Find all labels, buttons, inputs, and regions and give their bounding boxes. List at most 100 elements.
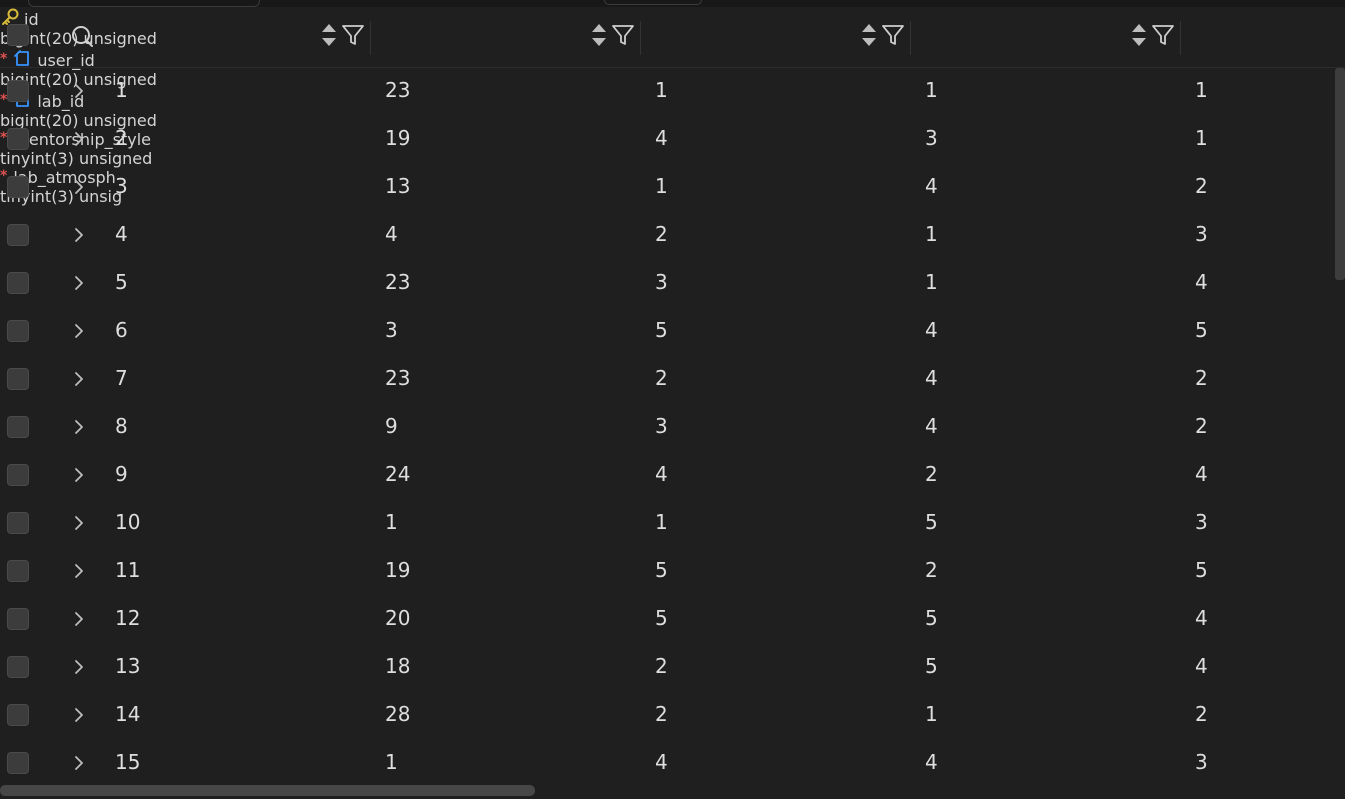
cell-id[interactable]: 15 xyxy=(115,750,140,774)
cell-lab_id[interactable]: 2 xyxy=(655,654,668,678)
cell-lab_id[interactable]: 5 xyxy=(655,606,668,630)
cell-id[interactable]: 10 xyxy=(115,510,140,534)
cell-user_id[interactable]: 1 xyxy=(385,510,398,534)
cell-mentorship_style[interactable]: 5 xyxy=(925,654,938,678)
horizontal-scrollbar[interactable] xyxy=(0,785,535,796)
table-row[interactable]: 1 23 1 1 1 xyxy=(0,67,1345,115)
cell-user_id[interactable]: 23 xyxy=(385,270,410,294)
select-all-checkbox[interactable] xyxy=(7,24,29,46)
column-divider[interactable] xyxy=(1180,21,1181,55)
chevron-right-icon[interactable] xyxy=(70,513,88,533)
row-checkbox[interactable] xyxy=(7,320,29,342)
sort-icon[interactable] xyxy=(319,21,339,49)
table-row[interactable]: 13 18 2 5 4 xyxy=(0,643,1345,691)
vertical-scrollbar[interactable] xyxy=(1335,68,1345,280)
column-divider[interactable] xyxy=(370,21,371,55)
row-checkbox[interactable] xyxy=(7,608,29,630)
chevron-right-icon[interactable] xyxy=(70,273,88,293)
filter-icon[interactable] xyxy=(611,23,635,47)
table-row[interactable]: 5 23 3 1 4 xyxy=(0,259,1345,307)
cell-lab_atmosphere[interactable]: 3 xyxy=(1195,510,1208,534)
cell-mentorship_style[interactable]: 5 xyxy=(925,606,938,630)
cell-user_id[interactable]: 28 xyxy=(385,702,410,726)
cell-id[interactable]: 11 xyxy=(115,558,140,582)
tab-outline[interactable] xyxy=(28,0,260,7)
chevron-right-icon[interactable] xyxy=(70,561,88,581)
cell-mentorship_style[interactable]: 4 xyxy=(925,318,938,342)
cell-user_id[interactable]: 19 xyxy=(385,558,410,582)
table-row[interactable]: 7 23 2 4 2 xyxy=(0,355,1345,403)
cell-lab_atmosphere[interactable]: 5 xyxy=(1195,318,1208,342)
cell-id[interactable]: 8 xyxy=(115,414,128,438)
table-row[interactable]: 2 19 4 3 1 xyxy=(0,115,1345,163)
cell-lab_id[interactable]: 2 xyxy=(655,366,668,390)
chevron-right-icon[interactable] xyxy=(70,657,88,677)
row-checkbox[interactable] xyxy=(7,512,29,534)
tab-outline[interactable] xyxy=(604,0,702,5)
cell-mentorship_style[interactable]: 2 xyxy=(925,558,938,582)
cell-lab_id[interactable]: 1 xyxy=(655,174,668,198)
cell-mentorship_style[interactable]: 1 xyxy=(925,702,938,726)
cell-lab_id[interactable]: 3 xyxy=(655,270,668,294)
table-row[interactable]: 15 1 4 4 3 xyxy=(0,739,1345,787)
row-checkbox[interactable] xyxy=(7,224,29,246)
cell-lab_id[interactable]: 3 xyxy=(655,414,668,438)
cell-lab_atmosphere[interactable]: 2 xyxy=(1195,414,1208,438)
chevron-right-icon[interactable] xyxy=(70,369,88,389)
chevron-right-icon[interactable] xyxy=(70,753,88,773)
cell-lab_atmosphere[interactable]: 2 xyxy=(1195,702,1208,726)
cell-lab_atmosphere[interactable]: 2 xyxy=(1195,366,1208,390)
cell-lab_atmosphere[interactable]: 4 xyxy=(1195,270,1208,294)
cell-lab_atmosphere[interactable]: 4 xyxy=(1195,606,1208,630)
cell-id[interactable]: 13 xyxy=(115,654,140,678)
cell-id[interactable]: 5 xyxy=(115,270,128,294)
chevron-right-icon[interactable] xyxy=(70,129,88,149)
cell-user_id[interactable]: 18 xyxy=(385,654,410,678)
cell-lab_id[interactable]: 4 xyxy=(655,462,668,486)
cell-lab_atmosphere[interactable]: 5 xyxy=(1195,558,1208,582)
cell-user_id[interactable]: 19 xyxy=(385,126,410,150)
cell-id[interactable]: 7 xyxy=(115,366,128,390)
table-row[interactable]: 14 28 2 1 2 xyxy=(0,691,1345,739)
sort-icon[interactable] xyxy=(1129,21,1149,49)
cell-lab_atmosphere[interactable]: 1 xyxy=(1195,78,1208,102)
cell-id[interactable]: 9 xyxy=(115,462,128,486)
row-checkbox[interactable] xyxy=(7,128,29,150)
cell-lab_id[interactable]: 5 xyxy=(655,318,668,342)
cell-id[interactable]: 14 xyxy=(115,702,140,726)
cell-lab_id[interactable]: 4 xyxy=(655,750,668,774)
row-checkbox[interactable] xyxy=(7,560,29,582)
table-row[interactable]: 10 1 1 5 3 xyxy=(0,499,1345,547)
chevron-right-icon[interactable] xyxy=(70,225,88,245)
chevron-right-icon[interactable] xyxy=(70,177,88,197)
table-row[interactable]: 8 9 3 4 2 xyxy=(0,403,1345,451)
cell-mentorship_style[interactable]: 5 xyxy=(925,510,938,534)
cell-lab_atmosphere[interactable]: 2 xyxy=(1195,174,1208,198)
cell-user_id[interactable]: 3 xyxy=(385,318,398,342)
row-checkbox[interactable] xyxy=(7,704,29,726)
table-row[interactable]: 3 13 1 4 2 xyxy=(0,163,1345,211)
cell-id[interactable]: 12 xyxy=(115,606,140,630)
row-checkbox[interactable] xyxy=(7,464,29,486)
row-checkbox[interactable] xyxy=(7,176,29,198)
row-checkbox[interactable] xyxy=(7,80,29,102)
cell-user_id[interactable]: 13 xyxy=(385,174,410,198)
cell-lab_atmosphere[interactable]: 4 xyxy=(1195,462,1208,486)
cell-user_id[interactable]: 23 xyxy=(385,366,410,390)
cell-lab_atmosphere[interactable]: 3 xyxy=(1195,222,1208,246)
cell-mentorship_style[interactable]: 2 xyxy=(925,462,938,486)
table-row[interactable]: 9 24 4 2 4 xyxy=(0,451,1345,499)
filter-icon[interactable] xyxy=(341,23,365,47)
cell-lab_id[interactable]: 5 xyxy=(655,558,668,582)
cell-lab_atmosphere[interactable]: 3 xyxy=(1195,750,1208,774)
sort-icon[interactable] xyxy=(859,21,879,49)
cell-mentorship_style[interactable]: 1 xyxy=(925,78,938,102)
chevron-right-icon[interactable] xyxy=(70,705,88,725)
column-divider[interactable] xyxy=(910,21,911,55)
cell-lab_id[interactable]: 2 xyxy=(655,702,668,726)
chevron-right-icon[interactable] xyxy=(70,321,88,341)
search-icon[interactable] xyxy=(70,24,94,48)
filter-icon[interactable] xyxy=(881,23,905,47)
chevron-right-icon[interactable] xyxy=(70,609,88,629)
cell-lab_id[interactable]: 4 xyxy=(655,126,668,150)
